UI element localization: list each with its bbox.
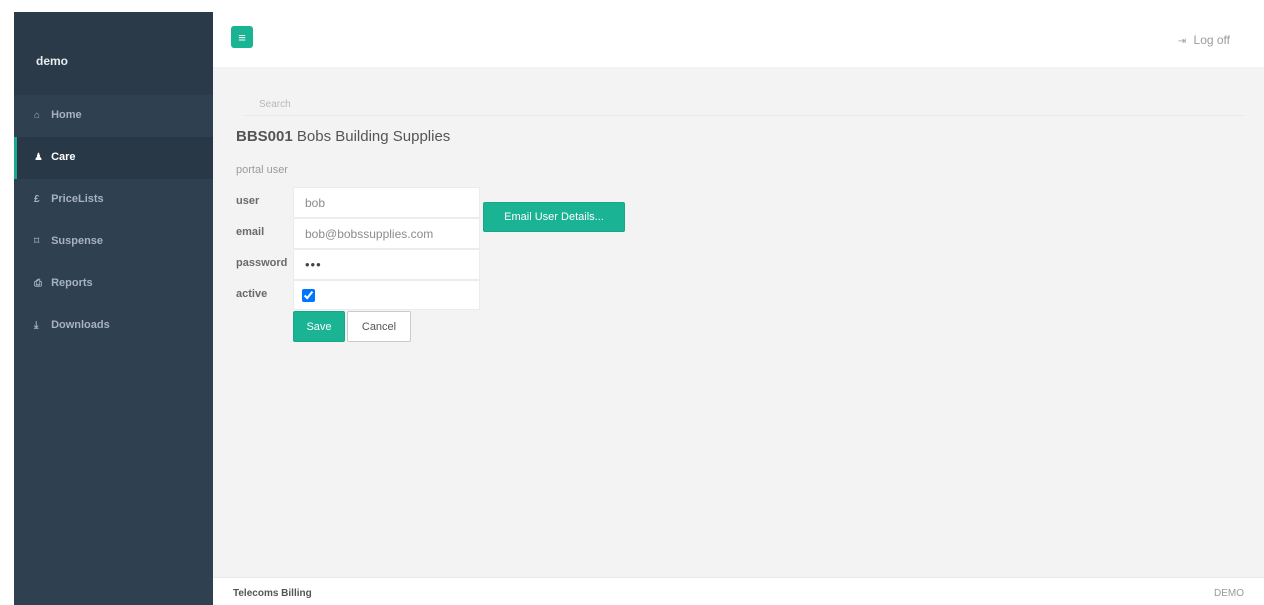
sign-out-icon: ⇥ <box>1177 36 1187 47</box>
menu-toggle-button[interactable]: ≡ <box>231 26 253 48</box>
home-icon: ⌂ <box>34 110 41 121</box>
user-icon: ♟ <box>34 152 43 163</box>
email-label: email <box>236 226 265 238</box>
sidebar-item-label: Suspense <box>51 235 104 247</box>
top-navbar: ≡ ⇥ Log off <box>213 12 1264 67</box>
page-title: BBS001 Bobs Building Supplies <box>236 128 450 145</box>
sidebar-item-label: Home <box>51 109 82 121</box>
customer-code: BBS001 <box>236 128 293 145</box>
active-checkbox[interactable] <box>302 289 315 302</box>
user-label: user <box>236 195 260 207</box>
active-label: active <box>236 288 268 300</box>
footer-app-name: Telecoms Billing <box>233 588 312 599</box>
user-field[interactable] <box>293 187 480 218</box>
print-icon: ⎙ <box>34 278 42 289</box>
password-label: password <box>236 257 288 269</box>
footer-environment: DEMO <box>1214 588 1244 599</box>
email-user-details-button[interactable]: Email User Details... <box>483 202 625 232</box>
tag-icon: ⌑ <box>34 236 40 247</box>
search-input[interactable] <box>243 94 1245 116</box>
email-field[interactable] <box>293 218 480 249</box>
pound-icon: £ <box>34 194 40 205</box>
sidebar-item-pricelists[interactable]: £ PriceLists <box>14 179 213 221</box>
customer-name: Bobs Building Supplies <box>296 128 451 145</box>
sidebar-item-label: PriceLists <box>51 193 104 205</box>
sidebar-item-care[interactable]: ♟ Care <box>14 137 213 179</box>
sidebar-item-reports[interactable]: ⎙ Reports <box>14 263 213 305</box>
sidebar-item-home[interactable]: ⌂ Home <box>14 95 213 137</box>
sidebar: demo ⌂ Home ♟ Care £ PriceLists ⌑ Suspen… <box>14 12 213 605</box>
section-subtitle: portal user <box>236 164 288 176</box>
sidebar-item-label: Reports <box>51 277 93 289</box>
password-field[interactable]: ••• <box>293 249 480 280</box>
sidebar-item-label: Downloads <box>51 319 110 331</box>
hamburger-icon: ≡ <box>238 29 246 45</box>
cancel-button[interactable]: Cancel <box>347 311 411 342</box>
brand-name: demo <box>14 12 213 95</box>
sidebar-item-downloads[interactable]: ⤓ Downloads <box>14 305 213 347</box>
sidebar-nav: ⌂ Home ♟ Care £ PriceLists ⌑ Suspense ⎙ … <box>14 95 213 347</box>
download-icon: ⤓ <box>34 320 39 331</box>
active-field <box>293 280 480 310</box>
sidebar-item-label: Care <box>51 151 76 163</box>
sidebar-item-suspense[interactable]: ⌑ Suspense <box>14 221 213 263</box>
footer: Telecoms Billing DEMO <box>213 577 1264 605</box>
log-off-link[interactable]: ⇥ Log off <box>1178 33 1230 47</box>
main-content: BBS001 Bobs Building Supplies portal use… <box>213 67 1264 577</box>
save-button[interactable]: Save <box>293 311 345 342</box>
log-off-label: Log off <box>1193 33 1230 47</box>
